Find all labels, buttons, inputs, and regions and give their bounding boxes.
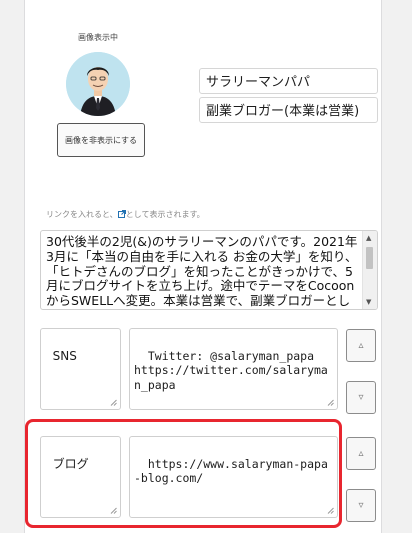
link-name-input[interactable]: SNS <box>40 328 121 410</box>
image-caption: 画像表示中 <box>78 33 118 42</box>
link-name-text: SNS <box>52 348 77 363</box>
name-field[interactable]: サラリーマンパパ <box>199 68 378 94</box>
scroll-thumb[interactable] <box>366 247 373 269</box>
up-arrow-icon: ▵ <box>358 340 364 351</box>
avatar <box>66 52 130 116</box>
hint-text-before: リンクを入れると、 <box>46 210 118 219</box>
hide-image-button[interactable]: 画像を非表示にする <box>57 123 145 157</box>
link-value-input[interactable]: Twitter: @salaryman_papa https://twitter… <box>129 328 338 410</box>
bio-scrollbar[interactable]: ▲ ▼ <box>362 231 377 309</box>
hint-text-after: として表示されます。 <box>125 210 205 219</box>
external-link-icon <box>117 210 126 218</box>
resize-grip-icon[interactable] <box>110 399 117 406</box>
bio-textarea[interactable]: 30代後半の2児(&)のサラリーマンのパパです。2021年3月に「本当の自由を手… <box>40 230 378 310</box>
scroll-up-arrow-icon[interactable]: ▲ <box>366 234 371 242</box>
down-arrow-icon: ▿ <box>358 500 364 511</box>
move-down-button[interactable]: ▿ <box>346 381 376 414</box>
up-arrow-icon: ▵ <box>358 448 364 459</box>
resize-grip-icon[interactable] <box>327 399 334 406</box>
scroll-down-arrow-icon[interactable]: ▼ <box>366 298 371 306</box>
move-up-button[interactable]: ▵ <box>346 437 376 470</box>
bio-text: 30代後半の2児(&)のサラリーマンのパパです。2021年3月に「本当の自由を手… <box>46 234 358 309</box>
move-down-button[interactable]: ▿ <box>346 489 376 522</box>
avatar-illustration <box>66 52 130 116</box>
move-up-button[interactable]: ▵ <box>346 329 376 362</box>
link-value-text: Twitter: @salaryman_papa https://twitter… <box>134 348 328 392</box>
highlight-annotation <box>25 419 342 528</box>
link-hint: リンクを入れると、 として表示されます。 <box>46 209 205 220</box>
subtitle-field[interactable]: 副業ブロガー(本業は営業) <box>199 97 378 123</box>
down-arrow-icon: ▿ <box>358 392 364 403</box>
